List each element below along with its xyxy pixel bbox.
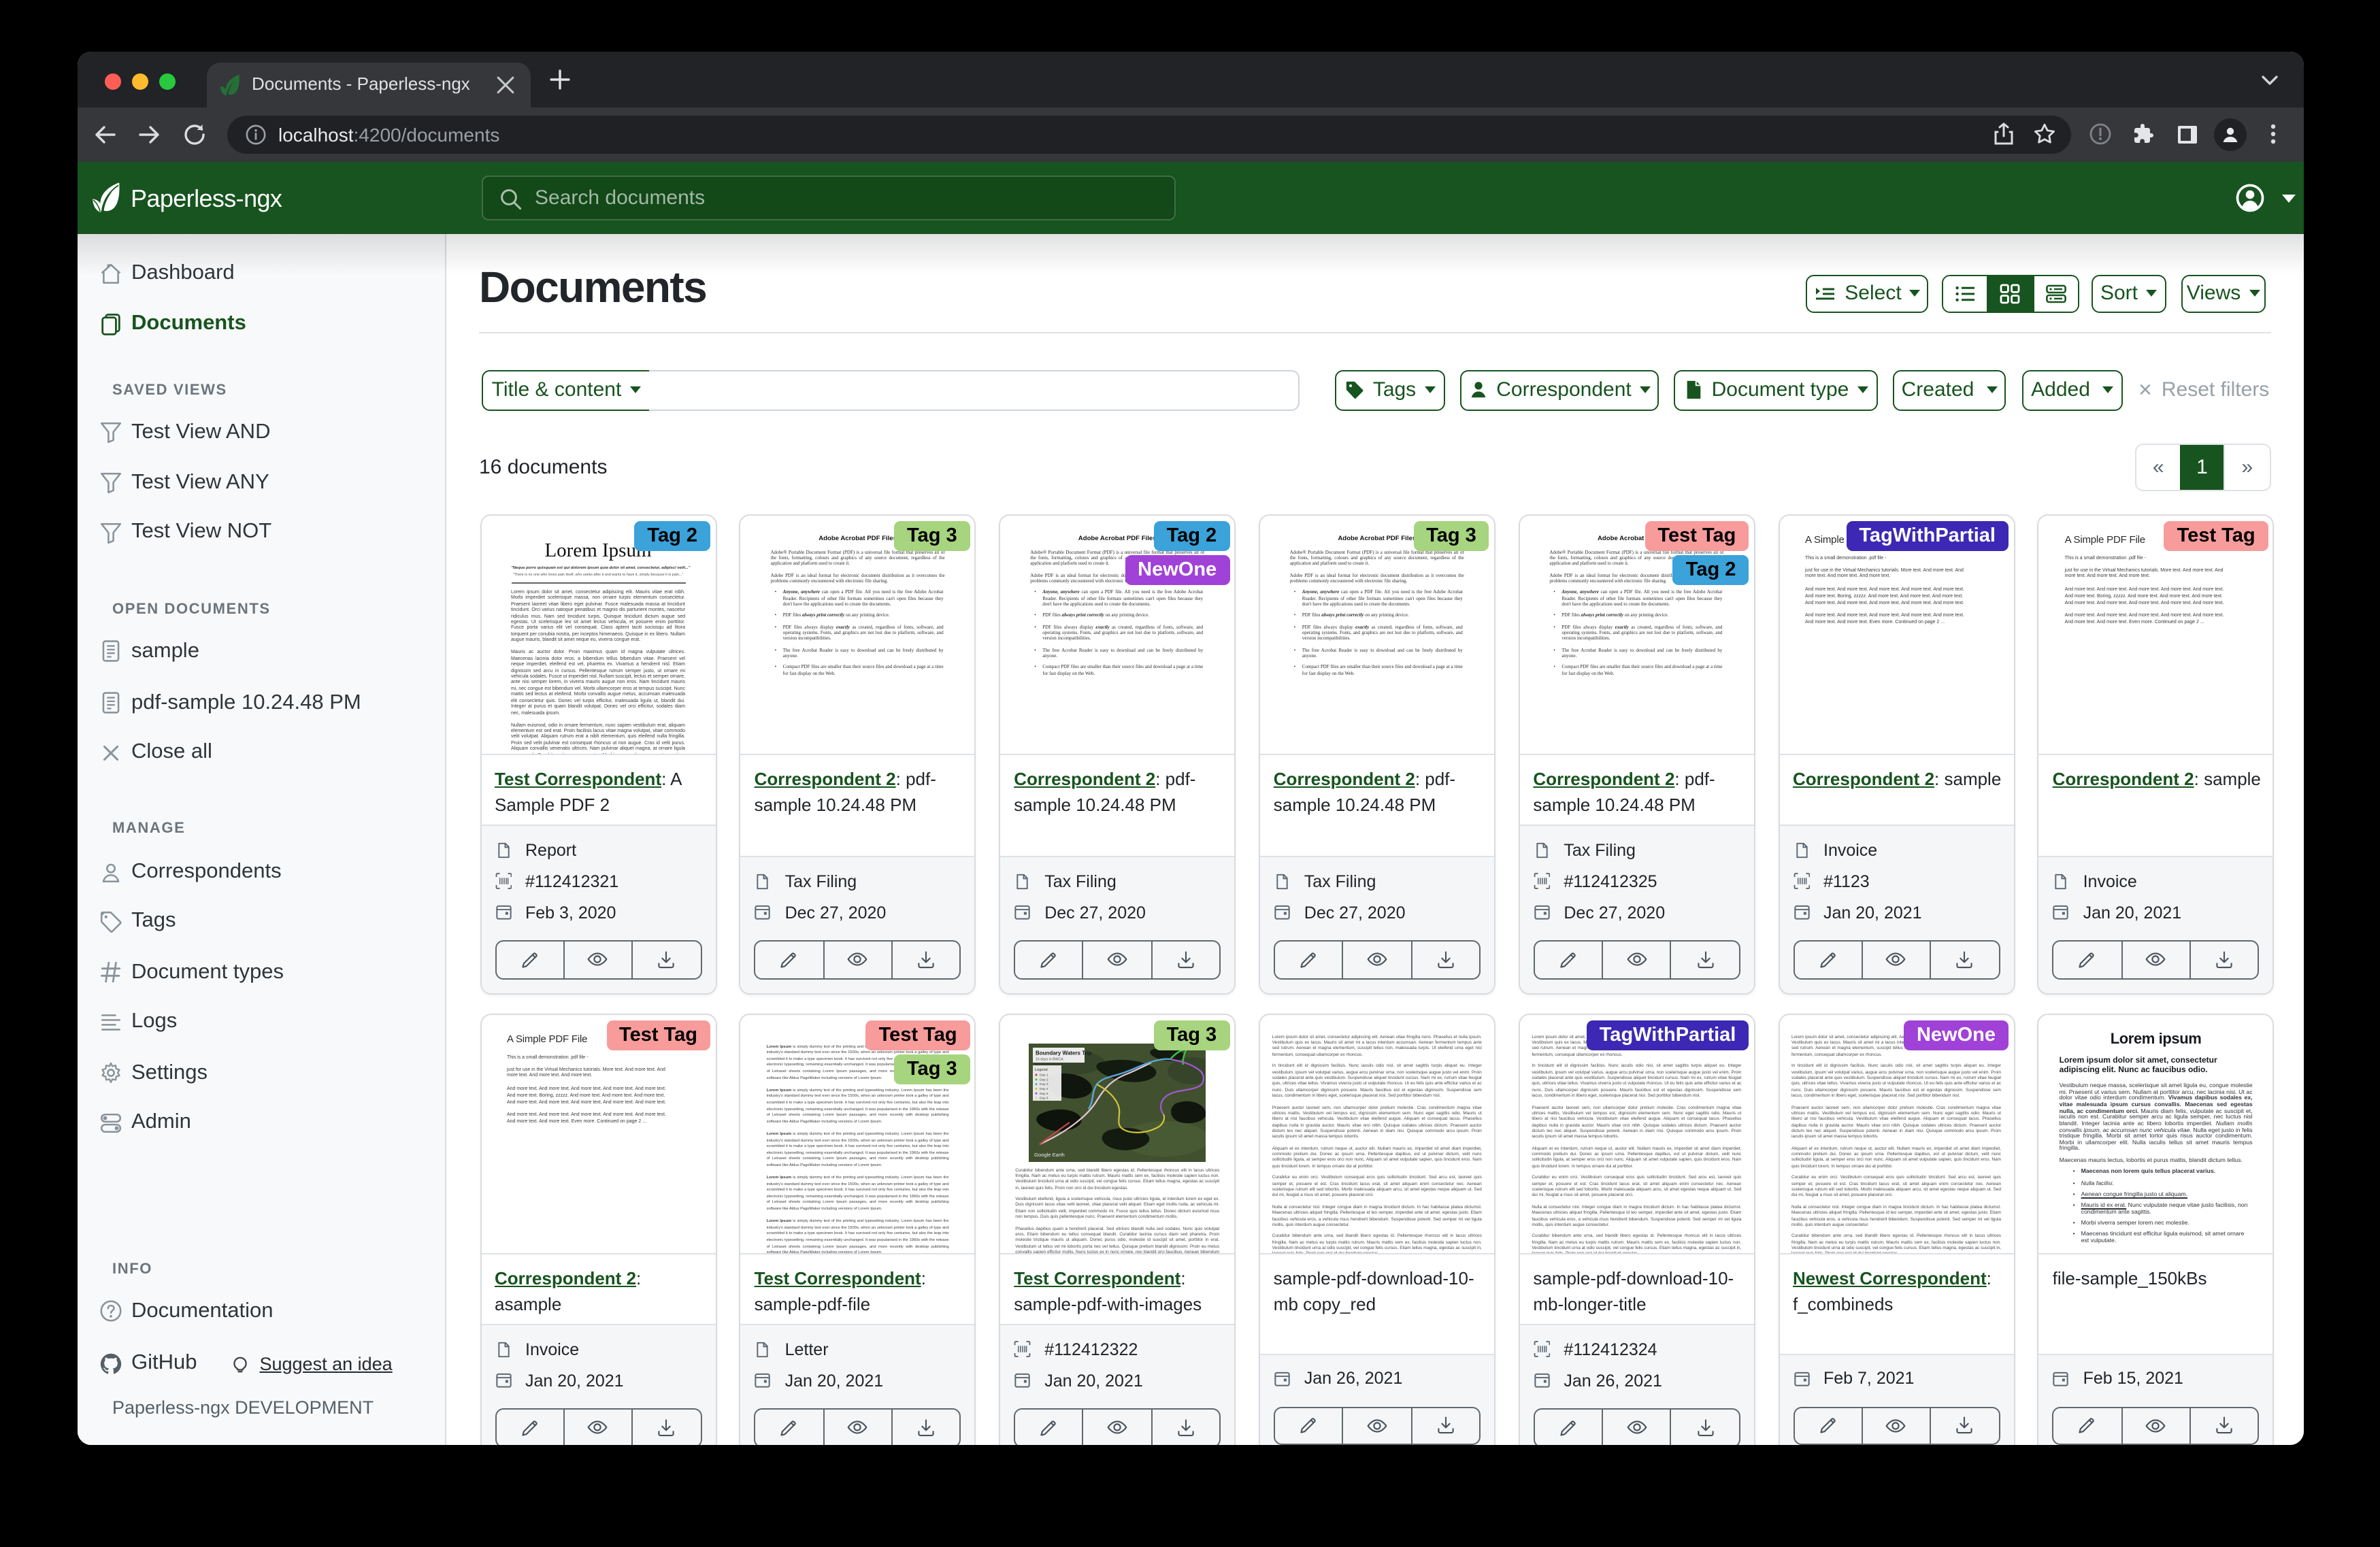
svg-text:16 days in BWCA: 16 days in BWCA (1036, 1057, 1063, 1061)
svg-text:Day 4: Day 4 (1040, 1087, 1048, 1091)
svg-text:Legend: Legend (1035, 1068, 1048, 1072)
svg-text:Day 2: Day 2 (1040, 1078, 1048, 1082)
svg-text:Day 3: Day 3 (1040, 1082, 1048, 1086)
svg-text:Day 5: Day 5 (1040, 1092, 1048, 1096)
svg-text:Boundary Waters Trip: Boundary Waters Trip (1036, 1050, 1092, 1056)
svg-text:Google Earth: Google Earth (1034, 1152, 1065, 1158)
svg-text:Day 1: Day 1 (1040, 1074, 1048, 1078)
svg-text:Day 6: Day 6 (1040, 1097, 1048, 1101)
